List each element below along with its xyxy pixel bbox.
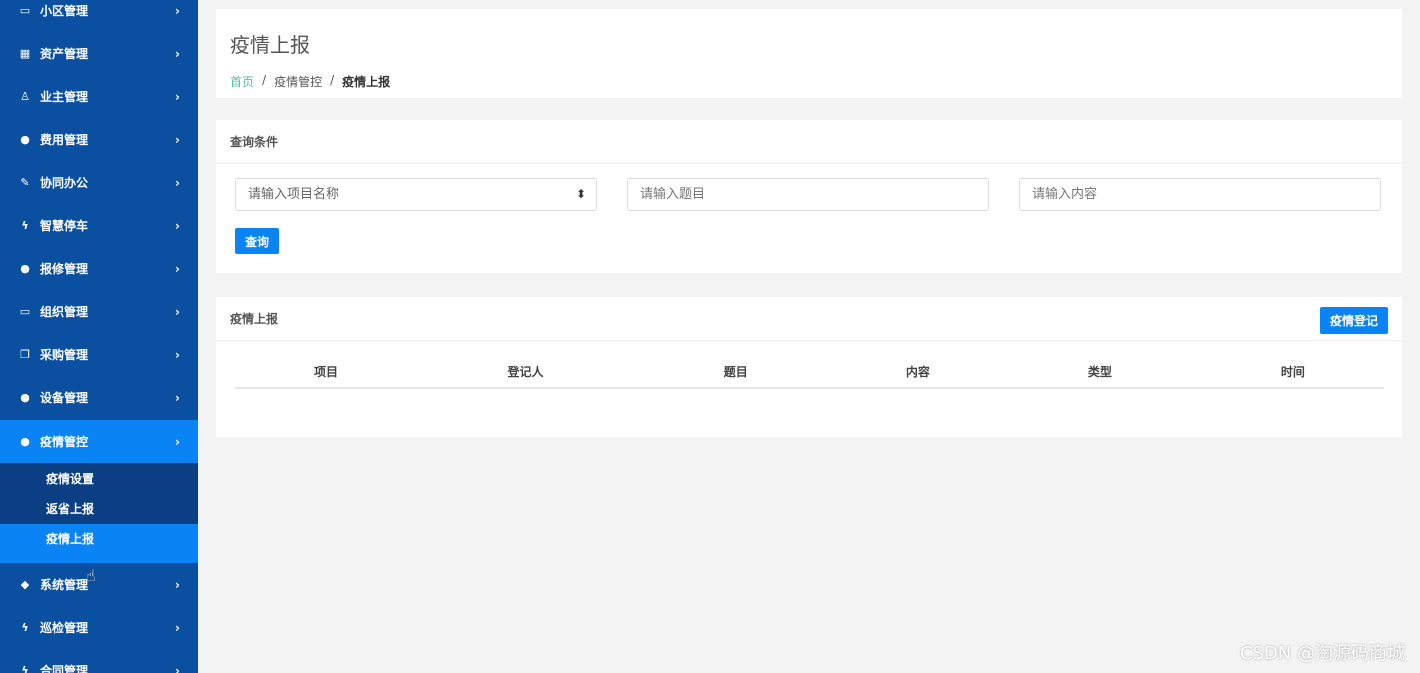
chevron-right-icon: › (175, 620, 180, 635)
sidebar-item-parking[interactable]: ϟ 智慧停车 › (0, 204, 198, 247)
sidebar-item-epidemic[interactable]: ● 疫情管控 › (0, 420, 198, 463)
sidebar-item-label: 系统管理 (40, 578, 89, 592)
laptop-icon: ▭ (19, 4, 31, 17)
chevron-right-icon: › (175, 434, 180, 449)
sidebar-item-label: 智慧停车 (40, 219, 89, 233)
page-title: 疫情上报 (230, 33, 310, 57)
globe-icon: ● (20, 262, 30, 275)
breadcrumb-current: 疫情上报 (342, 75, 391, 89)
sidebar-item-fees[interactable]: ● 费用管理 › (0, 118, 198, 161)
epidemic-submenu: 疫情设置 返省上报 疫情上报 (0, 463, 198, 563)
submenu-item-return-report[interactable]: 返省上报 (0, 494, 198, 524)
bolt-icon: ϟ (21, 219, 29, 232)
chevron-right-icon: › (175, 304, 180, 319)
sidebar-item-label: 疫情管控 (40, 435, 89, 449)
column-header-type[interactable]: 类型 (998, 355, 1202, 389)
project-select[interactable]: 请输入项目名称 ⬍ (235, 178, 597, 211)
column-header-registrant[interactable]: 登记人 (417, 355, 634, 389)
sidebar-item-purchase[interactable]: ❐ 采购管理 › (0, 333, 198, 376)
sidebar-item-label: 巡检管理 (40, 621, 89, 635)
list-panel-title: 疫情上报 (216, 297, 1402, 341)
user-icon: ♙ (20, 90, 30, 103)
project-select-value: 请输入项目名称 (248, 187, 340, 202)
sidebar-item-organization[interactable]: ▭ 组织管理 › (0, 290, 198, 333)
breadcrumb: 首页 / 疫情管控 / 疫情上报 (230, 73, 390, 90)
chevron-right-icon: › (175, 577, 180, 592)
edit-icon: ✎ (20, 176, 30, 189)
query-panel: 查询条件 请输入项目名称 ⬍ 查询 (216, 120, 1402, 273)
bolt-icon: ϟ (21, 664, 29, 673)
search-button[interactable]: 查询 (235, 228, 279, 254)
sidebar-item-label: 组织管理 (40, 305, 89, 319)
breadcrumb-epidemic[interactable]: 疫情管控 (274, 73, 322, 90)
sidebar-item-assets[interactable]: ▦ 资产管理 › (0, 32, 198, 75)
report-list-panel: 疫情上报 疫情登记 项目 登记人 题目 内容 类型 时间 (216, 297, 1402, 437)
submenu-item-epidemic-report[interactable]: 疫情上报 (0, 524, 198, 563)
hand-cursor-icon: ☝ (86, 566, 96, 585)
sidebar-item-office[interactable]: ✎ 协同办公 › (0, 161, 198, 204)
breadcrumb-separator: / (262, 73, 267, 87)
sidebar-item-community[interactable]: ▭ 小区管理 › (0, 0, 198, 32)
page-header: 疫情上报 首页 / 疫情管控 / 疫情上报 (216, 9, 1402, 98)
chevron-right-icon: › (175, 46, 180, 61)
globe-icon: ● (20, 435, 30, 448)
select-arrows-icon: ⬍ (575, 187, 586, 201)
sidebar-item-system[interactable]: ◆ 系统管理 › (0, 563, 198, 606)
sidebar-item-label: 费用管理 (40, 133, 89, 147)
register-button[interactable]: 疫情登记 (1320, 307, 1388, 334)
sidebar-item-contract[interactable]: ϟ 合同管理 › (0, 649, 198, 673)
sidebar-item-label: 采购管理 (40, 348, 89, 362)
copy-icon: ❐ (20, 348, 30, 361)
content-input[interactable] (1019, 178, 1381, 211)
sidebar-item-label: 业主管理 (40, 90, 89, 104)
sidebar-item-label: 小区管理 (40, 4, 89, 18)
bolt-icon: ϟ (21, 621, 29, 634)
chevron-right-icon: › (175, 261, 180, 276)
chevron-right-icon: › (175, 218, 180, 233)
breadcrumb-home[interactable]: 首页 (230, 73, 254, 90)
column-header-time[interactable]: 时间 (1201, 355, 1384, 389)
sidebar-item-owners[interactable]: ♙ 业主管理 › (0, 75, 198, 118)
sidebar-item-label: 合同管理 (40, 664, 89, 673)
report-table: 项目 登记人 题目 内容 类型 时间 (235, 355, 1384, 389)
globe-icon: ● (20, 391, 30, 404)
sidebar-item-label: 设备管理 (40, 391, 89, 405)
watermark: CSDN @淘源码商城 (1239, 643, 1405, 664)
column-header-subject[interactable]: 题目 (633, 355, 838, 389)
chevron-right-icon: › (175, 175, 180, 190)
chevron-right-icon: › (175, 3, 180, 18)
chevron-right-icon: › (175, 663, 180, 673)
submenu-item-epidemic-settings[interactable]: 疫情设置 (0, 464, 198, 494)
diamond-icon: ◆ (20, 578, 30, 591)
sidebar-item-repair[interactable]: ● 报修管理 › (0, 247, 198, 290)
column-header-project[interactable]: 项目 (235, 355, 418, 389)
sidebar-item-equipment[interactable]: ● 设备管理 › (0, 376, 198, 419)
sidebar-item-label: 资产管理 (40, 47, 89, 61)
monitor-icon: ▭ (19, 305, 31, 318)
sidebar-item-inspection[interactable]: ϟ 巡检管理 › (0, 606, 198, 649)
sidebar-item-label: 报修管理 (40, 262, 89, 276)
table-header-row: 项目 登记人 题目 内容 类型 时间 (235, 355, 1384, 389)
sidebar: ▭ 小区管理 › ▦ 资产管理 › ♙ 业主管理 › ● 费用管理 › ✎ 协同… (0, 0, 198, 673)
query-panel-title: 查询条件 (216, 120, 1402, 164)
chevron-right-icon: › (175, 132, 180, 147)
chevron-right-icon: › (175, 89, 180, 104)
grid-icon: ▦ (19, 47, 31, 60)
globe-icon: ● (20, 133, 30, 146)
breadcrumb-separator: / (330, 73, 335, 87)
subject-input[interactable] (627, 178, 989, 211)
column-header-content[interactable]: 内容 (837, 355, 998, 389)
chevron-right-icon: › (175, 390, 180, 405)
sidebar-item-label: 协同办公 (40, 176, 89, 190)
chevron-right-icon: › (175, 347, 180, 362)
